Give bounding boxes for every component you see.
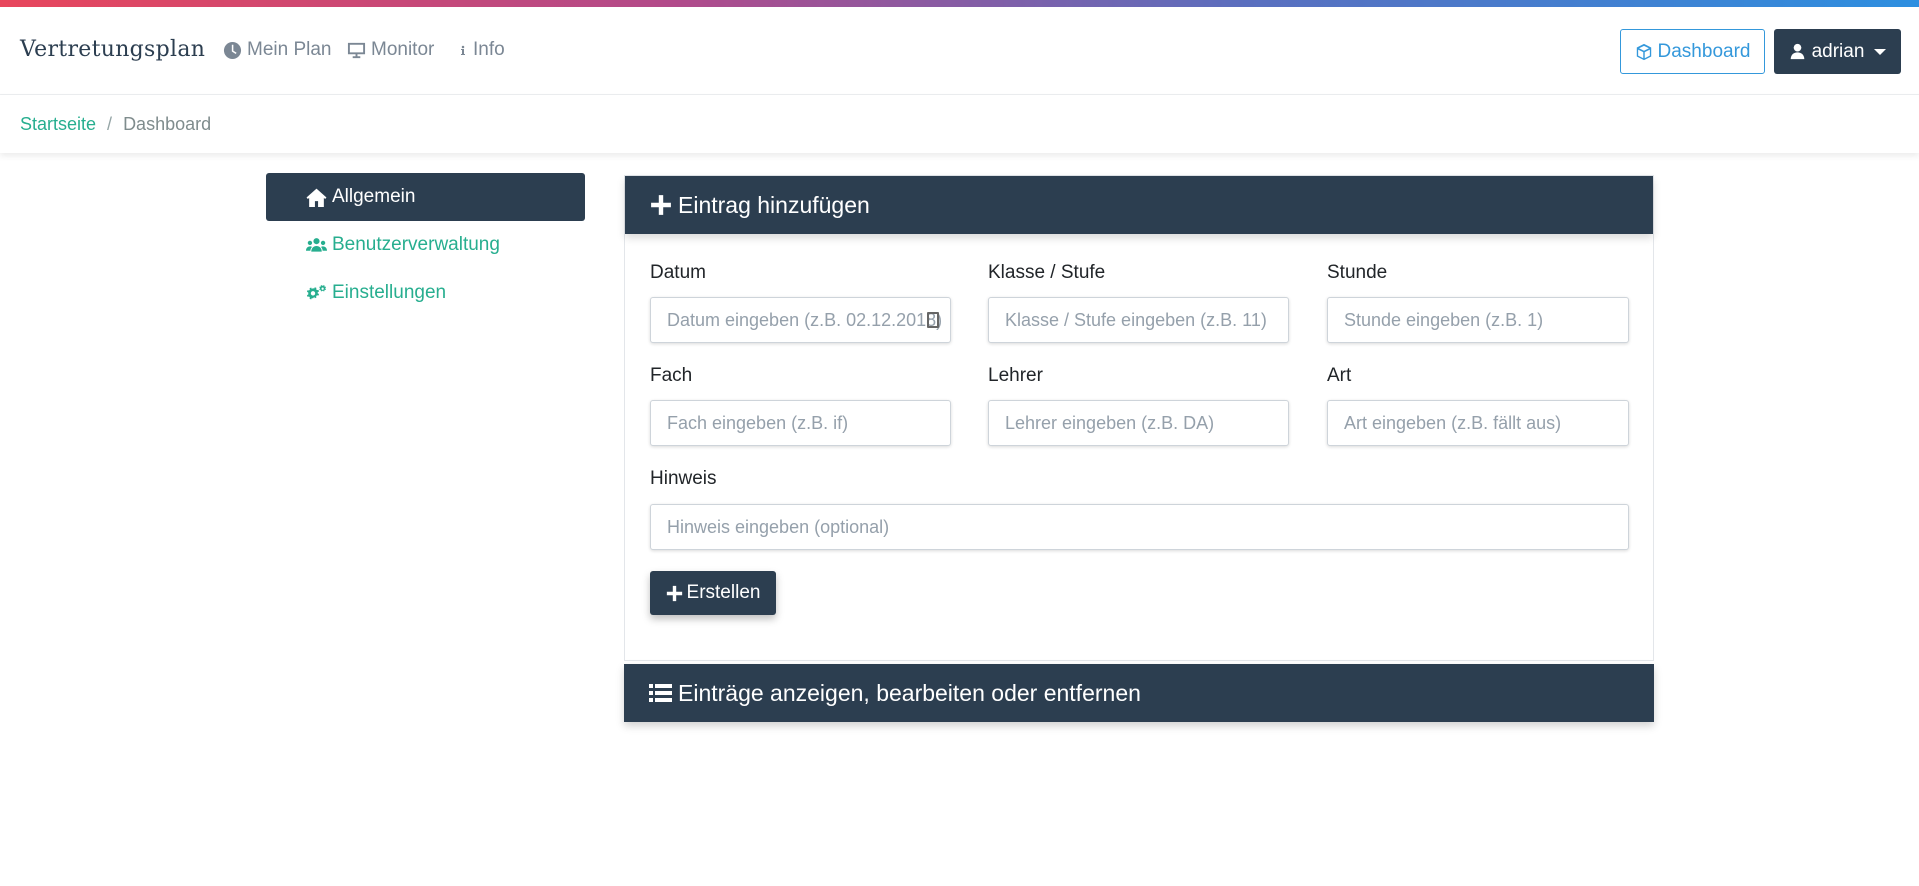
datum-label: Datum [650, 262, 706, 283]
nav-link-label: Mein Plan [247, 39, 332, 60]
breadcrumb: Startseite / Dashboard [0, 95, 1919, 153]
monitor-icon [347, 42, 366, 58]
sidebar-item-label: Benutzerverwaltung [332, 234, 500, 255]
breadcrumb-separator: / [107, 113, 113, 134]
dashboard-button[interactable]: Dashboard [1620, 29, 1765, 74]
nav-link-info[interactable]: Info [458, 39, 505, 61]
cogs-icon [306, 284, 327, 299]
top-gradient-bar [0, 0, 1919, 7]
add-entry-card-header: Eintrag hinzufügen [625, 176, 1653, 234]
lehrer-label: Lehrer [988, 365, 1043, 386]
nav-link-label: Info [473, 39, 505, 60]
sidebar-item-einstellungen[interactable]: Einstellungen [266, 269, 585, 317]
plus-icon [651, 195, 671, 215]
calendar-icon[interactable] [927, 312, 939, 328]
entries-card-header[interactable]: Einträge anzeigen, bearbeiten oder entfe… [624, 664, 1654, 722]
sidebar-item-label: Einstellungen [332, 282, 447, 303]
user-icon [1790, 43, 1804, 60]
add-entry-card: Eintrag hinzufügen Datum Klasse / Stufe … [624, 175, 1654, 661]
breadcrumb-home-link[interactable]: Startseite [20, 114, 96, 135]
art-input[interactable] [1327, 400, 1629, 446]
sidebar-item-benutzerverwaltung[interactable]: Benutzerverwaltung [266, 221, 585, 269]
sidebar: Allgemein Benutzerverwaltung Einstellung… [266, 173, 585, 317]
hinweis-input[interactable] [650, 504, 1629, 550]
info-icon [461, 45, 465, 55]
nav-link-mein-plan[interactable]: Mein Plan [223, 39, 332, 61]
user-menu-button[interactable]: adrian [1774, 29, 1901, 74]
home-icon [306, 188, 327, 207]
hinweis-label: Hinweis [650, 468, 717, 489]
datum-input[interactable] [650, 297, 951, 343]
nav-link-monitor[interactable]: Monitor [347, 39, 434, 61]
stunde-label: Stunde [1327, 262, 1388, 283]
fach-input[interactable] [650, 400, 951, 446]
stunde-input[interactable] [1327, 297, 1629, 343]
create-button-label: Erstellen [686, 582, 761, 603]
list-icon [649, 684, 672, 702]
users-icon [306, 237, 327, 252]
art-label: Art [1327, 365, 1352, 386]
chevron-down-icon [1874, 48, 1887, 55]
user-menu-label: adrian [1811, 40, 1865, 62]
klasse-input[interactable] [988, 297, 1289, 343]
entries-title: Einträge anzeigen, bearbeiten oder entfe… [678, 679, 1141, 706]
brand-logo[interactable]: Vertretungsplan [20, 37, 205, 62]
fach-label: Fach [650, 365, 693, 386]
lehrer-input[interactable] [988, 400, 1289, 446]
sidebar-item-label: Allgemein [332, 186, 416, 207]
create-button[interactable]: Erstellen [650, 571, 776, 615]
cube-icon [1636, 43, 1651, 60]
sidebar-item-allgemein[interactable]: Allgemein [266, 173, 585, 221]
clock-icon [223, 41, 242, 59]
klasse-label: Klasse / Stufe [988, 262, 1106, 283]
dashboard-button-label: Dashboard [1657, 40, 1751, 62]
plus-icon [666, 585, 682, 601]
add-entry-title: Eintrag hinzufügen [678, 191, 870, 218]
navbar: Vertretungsplan Mein Plan Monitor Info D… [0, 7, 1919, 95]
nav-link-label: Monitor [371, 39, 435, 60]
breadcrumb-current: Dashboard [123, 113, 212, 134]
